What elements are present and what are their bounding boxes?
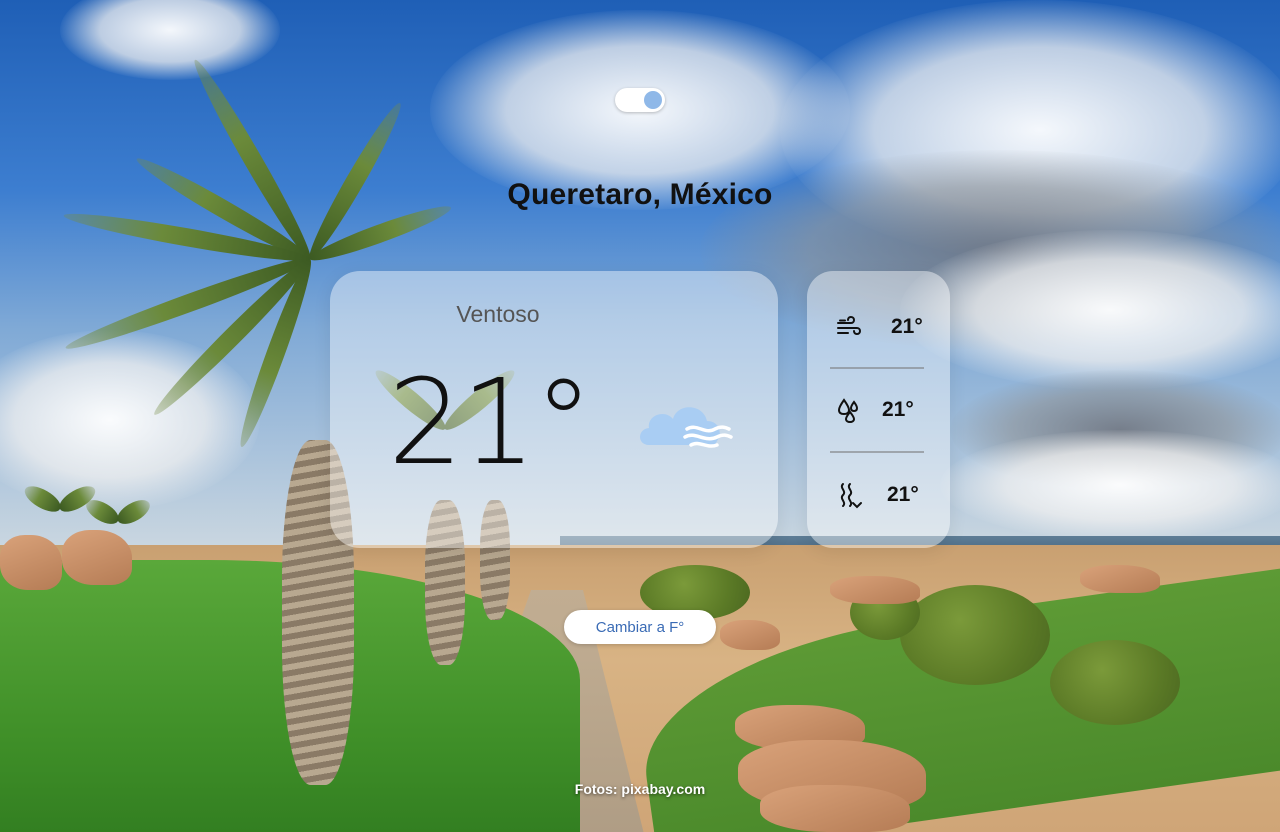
- current-temperature: 21°: [388, 353, 593, 491]
- heat-value: 21°: [887, 483, 919, 506]
- current-weather-card: Ventoso 21°: [330, 271, 778, 548]
- rock: [1080, 565, 1160, 593]
- toggle-knob: [644, 91, 662, 109]
- rock: [0, 535, 62, 590]
- detail-row-heat: 21°: [807, 475, 950, 515]
- wind-icon: [837, 315, 861, 336]
- bush: [900, 585, 1050, 685]
- divider: [830, 451, 924, 453]
- divider: [830, 367, 924, 369]
- rock: [62, 530, 132, 585]
- humidity-value: 21°: [882, 398, 914, 421]
- cloud-wind-icon: [640, 407, 733, 448]
- rock: [720, 620, 780, 650]
- heat-waves-icon: [840, 483, 862, 509]
- unit-toggle-switch[interactable]: [615, 88, 665, 112]
- detail-row-humidity: 21°: [807, 390, 950, 430]
- wind-value: 21°: [891, 315, 923, 338]
- weather-condition: Ventoso: [456, 301, 540, 327]
- cloud: [940, 430, 1280, 540]
- weather-details-card: 21° 21° 21°: [807, 271, 950, 548]
- location-title: Queretaro, México: [507, 178, 773, 211]
- bush: [1050, 640, 1180, 725]
- rock: [830, 576, 920, 604]
- change-units-button[interactable]: Cambiar a F°: [564, 610, 716, 644]
- humidity-drops-icon: [837, 398, 859, 424]
- detail-row-wind: 21°: [807, 307, 950, 347]
- photo-credits: Fotos: pixabay.com: [574, 781, 706, 797]
